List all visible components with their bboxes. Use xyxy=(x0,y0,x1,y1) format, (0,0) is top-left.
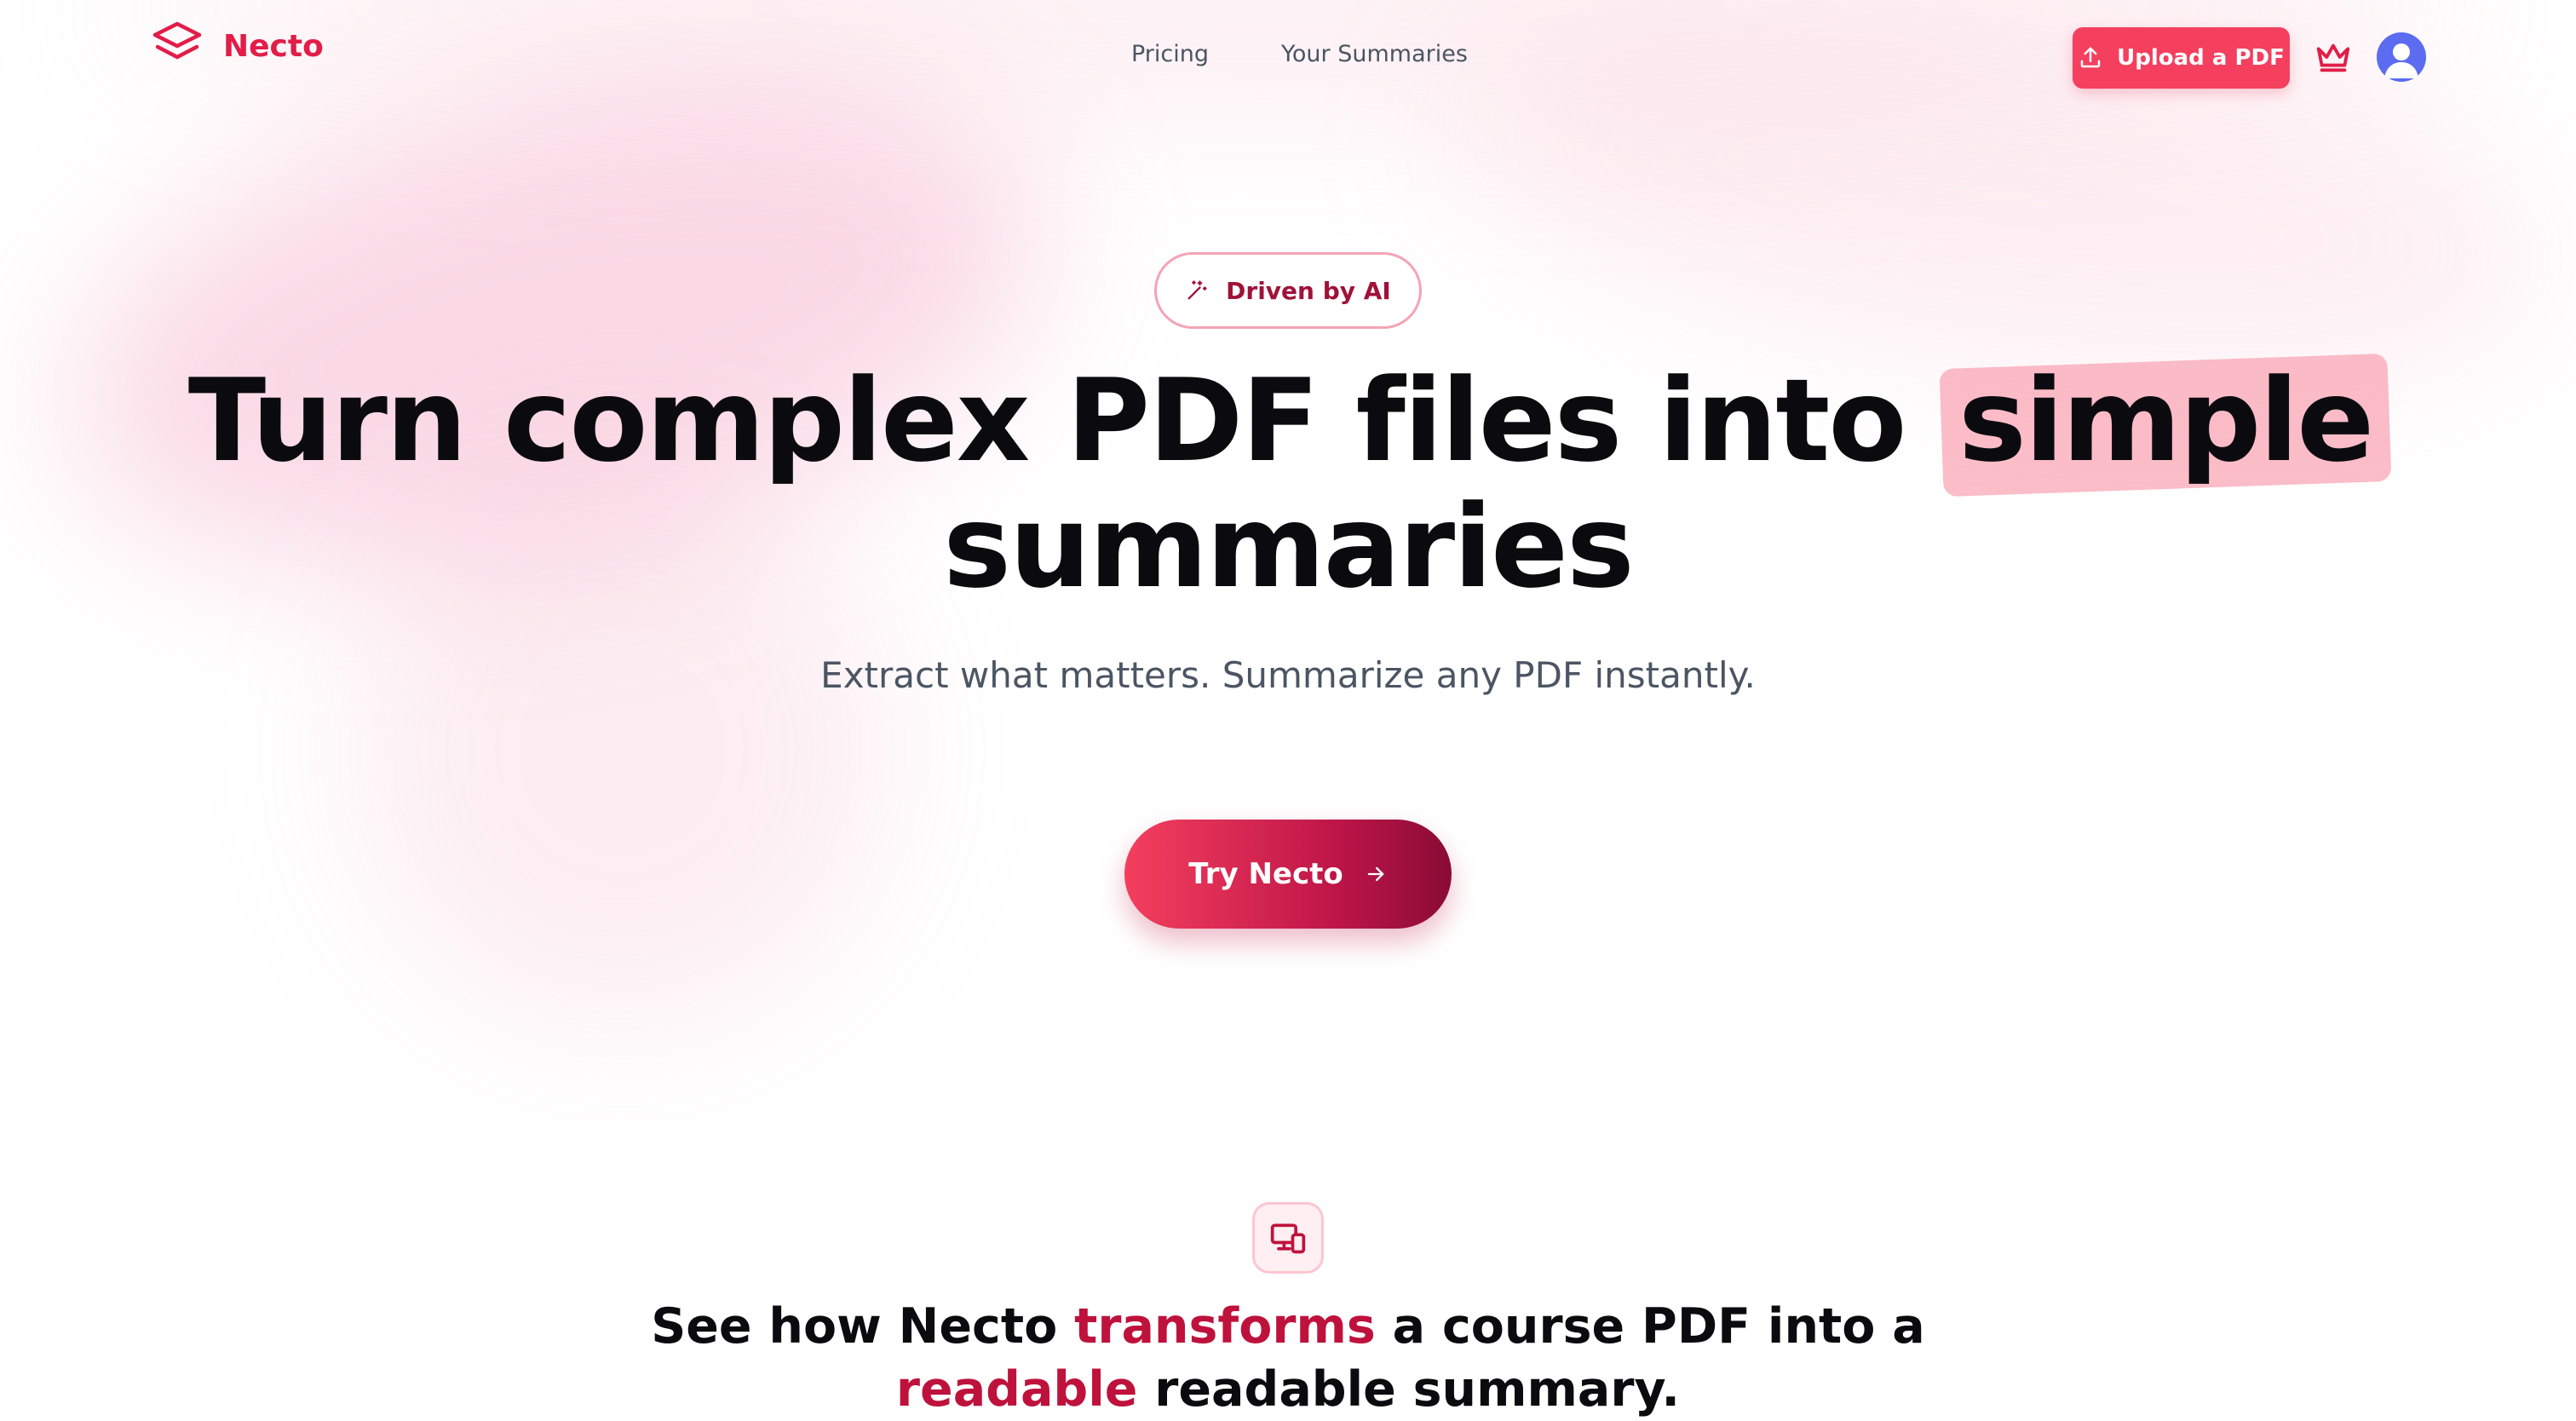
upload-pdf-label: Upload a PDF xyxy=(2117,45,2285,71)
crown-icon[interactable] xyxy=(2314,37,2353,77)
hero-subheading: Extract what matters. Summarize any PDF … xyxy=(820,654,1756,696)
brand-name: Necto xyxy=(223,28,324,64)
badge-label: Driven by AI xyxy=(1226,276,1391,305)
headline-highlight-text: simple xyxy=(1958,354,2374,487)
layers-icon xyxy=(152,21,202,60)
features-title-part1: See how Necto xyxy=(651,1298,1058,1355)
headline-text-line2: summaries xyxy=(943,480,1634,613)
user-avatar-icon[interactable] xyxy=(2377,32,2426,82)
arrow-right-icon xyxy=(1367,866,1384,882)
devices-icon xyxy=(1252,1202,1324,1274)
nav-link-pricing[interactable]: Pricing xyxy=(1131,41,1209,67)
features-title-part3: readable summary. xyxy=(1154,1361,1681,1418)
features-title-accent-transforms: transforms xyxy=(1074,1298,1376,1355)
top-navbar: Necto Pricing Your Summaries Upload a PD… xyxy=(0,0,2576,119)
brand-logo[interactable]: Necto xyxy=(150,19,324,73)
features-section-title: See how Necto transforms a course PDF in… xyxy=(0,1295,2576,1421)
upload-pdf-button[interactable]: Upload a PDF xyxy=(2073,27,2290,89)
headline-highlight: simple xyxy=(1939,353,2392,498)
headline-text: Turn complex PDF files into xyxy=(187,354,1907,487)
nav-link-your-summaries[interactable]: Your Summaries xyxy=(1281,41,1468,67)
driven-by-ai-badge: Driven by AI xyxy=(1154,252,1422,329)
user-silhouette-icon xyxy=(2384,43,2418,78)
features-title-accent-readable: readable xyxy=(895,1361,1138,1418)
features-title-part2: a course PDF into a xyxy=(1392,1298,1925,1355)
try-necto-button[interactable]: Try Necto xyxy=(1124,820,1452,929)
hero-headline: Turn complex PDF files into simple summa… xyxy=(0,353,2576,613)
magic-wand-icon xyxy=(1187,280,1207,300)
cta-label: Try Necto xyxy=(1188,857,1343,891)
upload-icon xyxy=(2080,47,2101,68)
